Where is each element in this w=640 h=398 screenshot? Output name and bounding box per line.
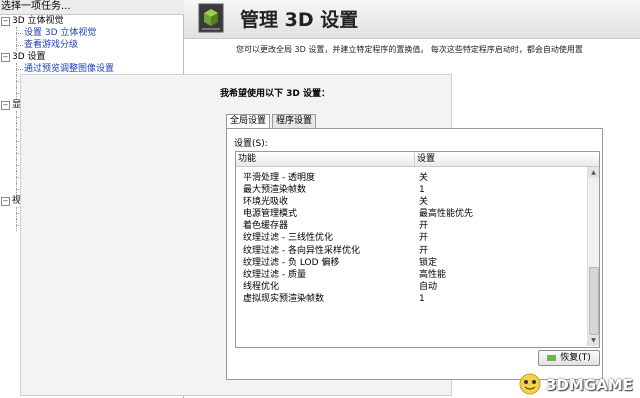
restore-button[interactable]: 恢复(T) — [538, 350, 600, 366]
tree-item-label[interactable]: 设置 3D 立体视觉 — [24, 27, 96, 39]
setting-row[interactable]: 平滑处理 - 透明度 关 — [236, 172, 587, 184]
setting-feature: 环境光吸收 — [243, 197, 289, 208]
setting-value[interactable]: 高性能 — [419, 269, 446, 281]
setting-feature: 纹理过滤 - 质量 — [243, 269, 306, 280]
tree-connector — [16, 69, 23, 70]
setting-feature: 着色缓存器 — [243, 221, 289, 232]
tree-category-label[interactable]: 3D 立体视觉 — [12, 15, 64, 27]
settings-grid[interactable]: 功能 设置 平滑处理 - 透明度关最大预渲染帧数 1 环境光吸收关电源管理模式 最高性… — [235, 151, 600, 348]
collapse-icon[interactable]: − — [1, 197, 10, 206]
setting-value[interactable]: 1 — [419, 184, 425, 196]
setting-row[interactable]: 最大预渲染帧数 1 — [236, 184, 587, 196]
setting-row[interactable]: 环境光吸收 关 — [236, 196, 587, 208]
setting-feature: 纹理过滤 - 负 LOD 偏移 — [243, 257, 340, 268]
page-banner: 管理 3D 设置 — [184, 0, 640, 39]
setting-value[interactable]: 开 — [419, 245, 428, 257]
tree-item: 查看游戏分级 — [0, 39, 183, 51]
setting-row[interactable]: 虚拟现实预渲染帧数 1 — [236, 293, 587, 305]
nvidia-3d-cube-icon — [198, 3, 224, 33]
page-title: 管理 3D 设置 — [240, 9, 359, 31]
setting-value[interactable]: 关 — [419, 196, 428, 208]
section-heading: 我希望使用以下 3D 设置： — [220, 89, 331, 99]
settings-label: 设置(S): — [234, 139, 268, 149]
setting-value[interactable]: 锁定 — [419, 257, 437, 269]
collapse-icon[interactable]: − — [1, 17, 10, 26]
restore-button-label: 恢复(T) — [560, 353, 591, 363]
setting-feature: 虚拟现实预渲染帧数 — [243, 293, 325, 304]
tab-global-settings[interactable]: 全局设置 — [226, 114, 271, 129]
tree-item-label[interactable]: 查看游戏分级 — [24, 39, 78, 51]
setting-feature: 电源管理模式 — [243, 209, 298, 220]
tree-item: 设置 3D 立体视觉 — [0, 27, 183, 39]
collapse-icon[interactable]: − — [1, 101, 10, 110]
setting-feature: 纹理过滤 - 三线性优化 — [243, 233, 333, 244]
tab-program-settings[interactable]: 程序设置 — [272, 114, 317, 128]
grid-rows: 平滑处理 - 透明度关最大预渲染帧数 1 环境光吸收关电源管理模式 最高性能优先 着色缓… — [236, 172, 587, 305]
setting-feature: 纹理过滤 - 各向异性采样优化 — [243, 245, 360, 256]
watermark-text: 3DMGAME — [546, 376, 633, 394]
setting-row[interactable]: 纹理过滤 - 质量 高性能 — [236, 269, 587, 281]
setting-value[interactable]: 开 — [419, 232, 428, 244]
scroll-up-arrow-icon[interactable]: ▲ — [588, 167, 599, 178]
setting-value[interactable]: 开 — [419, 220, 428, 232]
scroll-thumb[interactable] — [589, 267, 599, 335]
column-header-setting[interactable]: 设置 — [414, 152, 435, 166]
setting-value[interactable]: 最高性能优先 — [419, 208, 473, 220]
tree-connector — [16, 33, 23, 34]
watermark: 3DMGAME — [516, 370, 640, 396]
collapse-icon[interactable]: − — [1, 53, 10, 62]
setting-row[interactable]: 电源管理模式 最高性能优先 — [236, 208, 587, 220]
setting-row[interactable]: 着色缓存器 开 — [236, 220, 587, 232]
setting-row[interactable]: 纹理过滤 - 各向异性采样优化 开 — [236, 245, 587, 257]
setting-value[interactable]: 1 — [419, 293, 425, 305]
tree-category: −3D 设置 — [0, 51, 183, 63]
task-tree-header: 选择一项任务... — [0, 0, 184, 15]
setting-feature: 平滑处理 - 透明度 — [243, 173, 315, 183]
tree-category: −3D 立体视觉 — [0, 15, 183, 27]
grid-header: 功能 设置 — [236, 152, 599, 167]
setting-feature: 线程优化 — [243, 281, 280, 292]
setting-row[interactable]: 线程优化 自动 — [236, 281, 587, 293]
page-description: 您可以更改全局 3D 设置，并建立特定程序的置换值。 每次这些特定程序启动时，都… — [236, 45, 583, 54]
tree-connector — [16, 45, 23, 46]
column-header-feature[interactable]: 功能 — [238, 152, 256, 166]
setting-row[interactable]: 纹理过滤 - 三线性优化 开 — [236, 232, 587, 244]
tree-category-label[interactable]: 3D 设置 — [12, 51, 46, 63]
setting-feature: 最大预渲染帧数 — [243, 185, 307, 196]
setting-value[interactable]: 自动 — [419, 281, 437, 293]
watermark-mascot-icon — [519, 373, 541, 395]
setting-row[interactable]: 纹理过滤 - 负 LOD 偏移 锁定 — [236, 257, 587, 269]
restore-icon — [547, 354, 557, 361]
scroll-down-arrow-icon[interactable]: ▼ — [588, 335, 599, 346]
grid-scrollbar[interactable]: ▲ ▼ — [587, 167, 599, 346]
setting-value[interactable]: 关 — [419, 172, 428, 184]
